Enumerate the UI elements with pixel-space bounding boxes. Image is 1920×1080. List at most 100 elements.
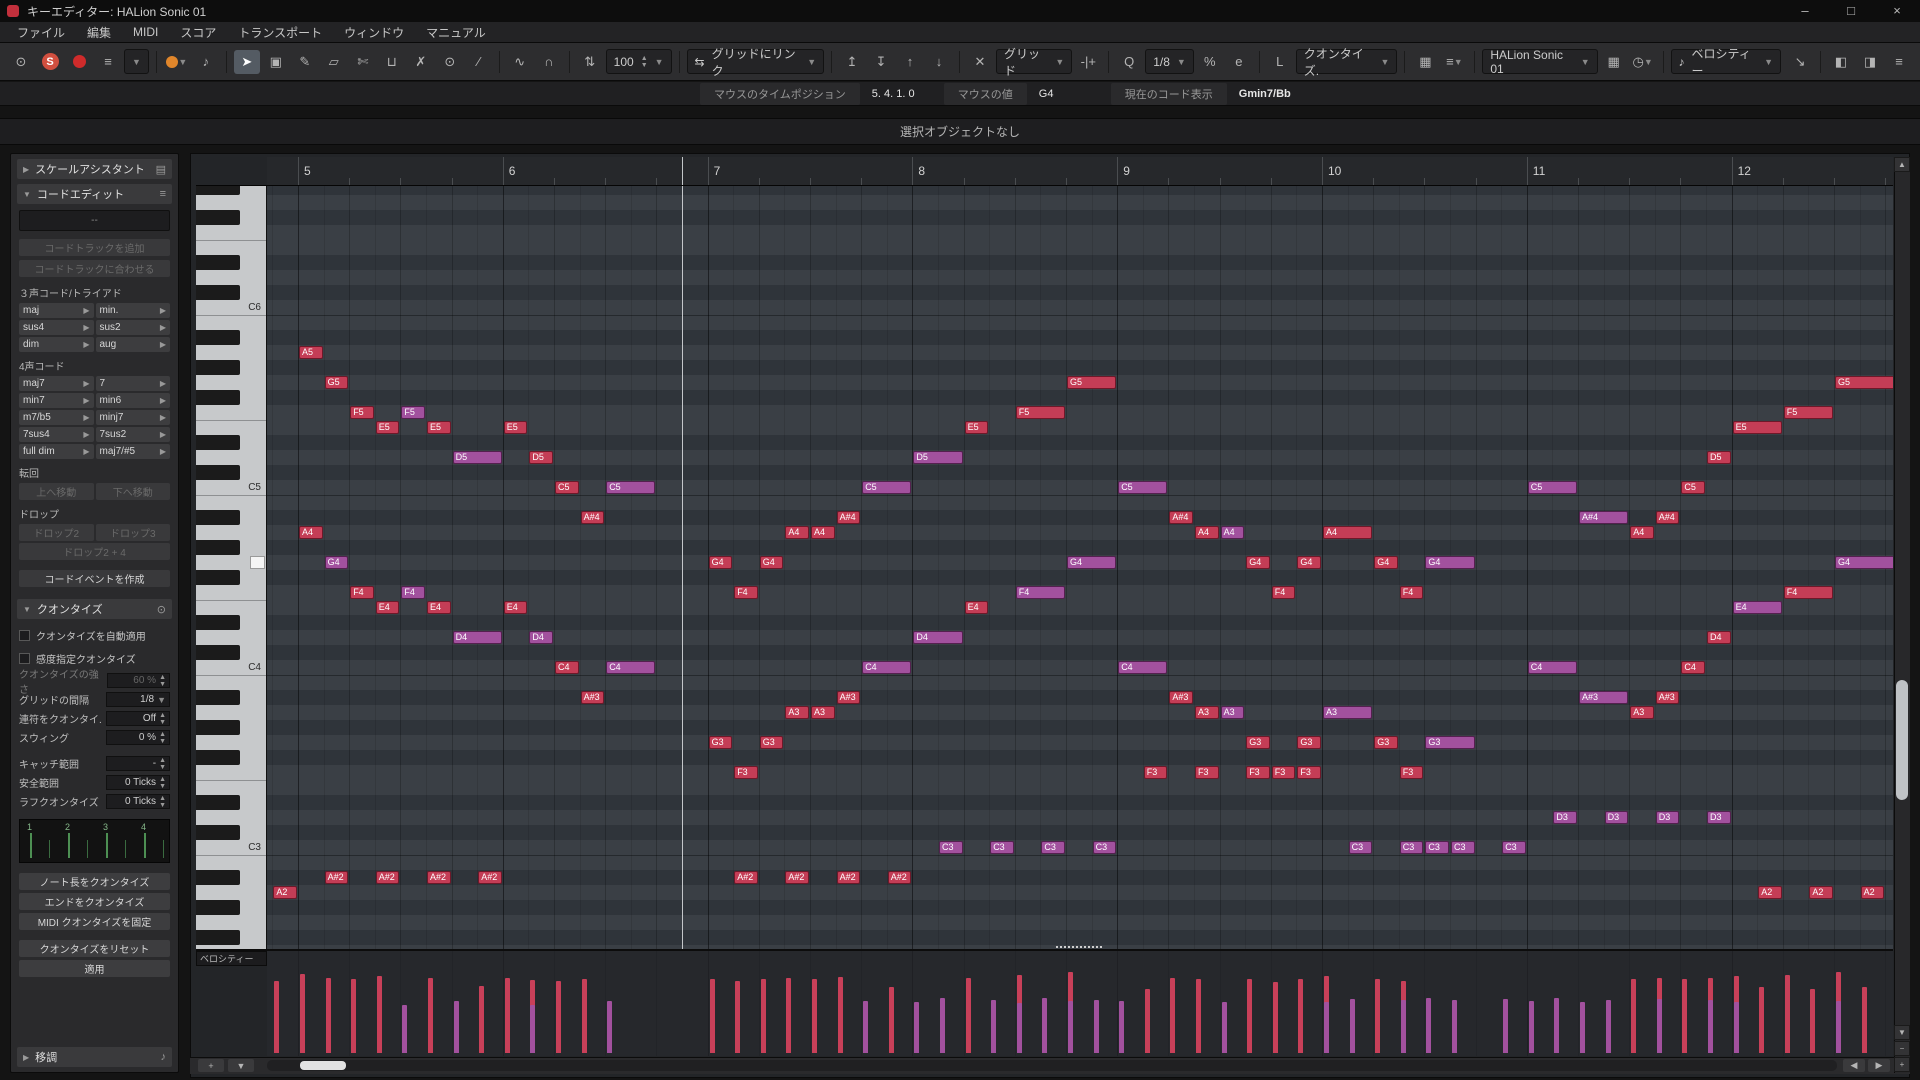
chevron-right-icon[interactable]: ▶ bbox=[160, 340, 166, 349]
trim-tool[interactable]: ✄ bbox=[350, 50, 376, 74]
velocity-bar[interactable] bbox=[1529, 1006, 1534, 1053]
velocity-bar[interactable] bbox=[607, 1006, 612, 1053]
velocity-bar[interactable] bbox=[1375, 985, 1380, 1053]
draw-tool[interactable]: ✎ bbox=[292, 50, 318, 74]
midi-note[interactable]: C5 bbox=[1681, 481, 1705, 494]
left-zone-toggle[interactable]: ◧ bbox=[1828, 50, 1854, 74]
midi-note[interactable]: C4 bbox=[1528, 661, 1577, 674]
scroll-right-button[interactable]: ▶ bbox=[1868, 1059, 1890, 1072]
velocity-bar[interactable] bbox=[300, 979, 305, 1053]
black-key[interactable] bbox=[196, 540, 240, 555]
velocity-bar[interactable] bbox=[863, 1007, 868, 1053]
match-chord-track-button[interactable]: コードトラックに合わせる bbox=[19, 260, 170, 277]
midi-note[interactable]: F3 bbox=[1246, 766, 1270, 779]
chevron-right-icon[interactable]: ▶ bbox=[160, 396, 166, 405]
velocity-bar[interactable] bbox=[1606, 1000, 1611, 1053]
midi-note[interactable]: A2 bbox=[1861, 886, 1885, 899]
chevron-right-icon[interactable]: ▶ bbox=[160, 413, 166, 422]
black-key[interactable] bbox=[196, 750, 240, 765]
erase-tool[interactable]: ▱ bbox=[321, 50, 347, 74]
quantize-row-value[interactable]: 1/8▼ bbox=[106, 692, 170, 707]
horizontal-scrollbar-thumb[interactable] bbox=[300, 1061, 346, 1070]
quantize-panel-icon[interactable]: e bbox=[1226, 50, 1252, 74]
menu-item-0[interactable]: ファイル bbox=[6, 24, 76, 41]
menu-item-1[interactable]: 編集 bbox=[76, 24, 122, 41]
velocity-bar[interactable] bbox=[556, 984, 561, 1053]
midi-note[interactable]: C5 bbox=[606, 481, 655, 494]
velocity-bar[interactable] bbox=[1862, 987, 1867, 1053]
range-select-tool[interactable]: ▣ bbox=[263, 50, 289, 74]
midi-note[interactable]: A#4 bbox=[581, 511, 605, 524]
midi-note[interactable]: G5 bbox=[1835, 376, 1893, 389]
midi-note[interactable]: F3 bbox=[1272, 766, 1296, 779]
black-key[interactable] bbox=[196, 570, 240, 585]
triad-sus2[interactable]: sus2▶ bbox=[96, 320, 171, 335]
record-in-editor-button[interactable] bbox=[66, 50, 92, 74]
midi-note[interactable]: F4 bbox=[1400, 586, 1424, 599]
black-key[interactable] bbox=[196, 255, 240, 270]
minimize-button[interactable]: – bbox=[1782, 0, 1828, 22]
tetrad-7sus2[interactable]: 7sus2▶ bbox=[96, 427, 171, 442]
midi-note[interactable]: E5 bbox=[965, 421, 989, 434]
zoom-in-vertical-button[interactable]: + bbox=[1894, 1057, 1910, 1072]
midi-note[interactable]: F4 bbox=[1016, 586, 1065, 599]
midi-note[interactable]: C4 bbox=[1118, 661, 1167, 674]
black-key[interactable] bbox=[196, 795, 240, 810]
chevron-right-icon[interactable]: ▶ bbox=[160, 379, 166, 388]
midi-note[interactable]: G4 bbox=[325, 556, 349, 569]
midi-note[interactable]: D5 bbox=[1707, 451, 1731, 464]
black-key[interactable] bbox=[196, 900, 240, 915]
midi-note[interactable]: D4 bbox=[913, 631, 962, 644]
midi-note[interactable]: G3 bbox=[709, 736, 733, 749]
midi-note[interactable]: F5 bbox=[401, 406, 425, 419]
midi-note[interactable]: C5 bbox=[1528, 481, 1577, 494]
velocity-bar[interactable] bbox=[1785, 980, 1790, 1053]
velocity-bar[interactable] bbox=[914, 1005, 919, 1053]
velocity-bar[interactable] bbox=[1708, 1000, 1713, 1053]
scroll-up-button[interactable]: ▲ bbox=[1894, 157, 1910, 172]
midi-note[interactable]: A#3 bbox=[581, 691, 605, 704]
tetrad-7sus4[interactable]: 7sus4▶ bbox=[19, 427, 94, 442]
midi-note[interactable]: G4 bbox=[1425, 556, 1474, 569]
black-key[interactable] bbox=[196, 930, 240, 945]
line-tool[interactable]: ∕ bbox=[466, 50, 492, 74]
scroll-left-button[interactable]: ◀ bbox=[1843, 1059, 1865, 1072]
midi-note[interactable]: A3 bbox=[1221, 706, 1245, 719]
velocity-bar[interactable] bbox=[1170, 983, 1175, 1053]
nudge-start-left-button[interactable]: ↥ bbox=[839, 50, 865, 74]
black-key[interactable] bbox=[196, 825, 240, 840]
quantize-action-button-2[interactable]: MIDI クオンタイズを固定 bbox=[19, 913, 170, 930]
quantize-row-value[interactable]: Off▲▼ bbox=[106, 711, 170, 726]
menu-item-6[interactable]: マニュアル bbox=[415, 24, 497, 41]
midi-note[interactable]: E4 bbox=[427, 601, 451, 614]
midi-note[interactable]: A3 bbox=[1630, 706, 1654, 719]
quantize-action-button-4[interactable]: 適用 bbox=[19, 960, 170, 977]
midi-note[interactable]: A5 bbox=[299, 346, 323, 359]
tempo-clock-icon[interactable]: ◷▼ bbox=[1630, 50, 1656, 74]
midi-note[interactable]: A#4 bbox=[1579, 511, 1628, 524]
velocity-bar[interactable] bbox=[1759, 987, 1764, 1053]
black-key[interactable] bbox=[196, 330, 240, 345]
midi-note[interactable]: G4 bbox=[1067, 556, 1116, 569]
grid-link-dropdown[interactable]: ⇆ グリッドにリンク ▼ bbox=[687, 49, 825, 74]
velocity-bar[interactable] bbox=[991, 1000, 996, 1053]
midi-note[interactable]: G4 bbox=[709, 556, 733, 569]
velocity-bar[interactable] bbox=[1042, 998, 1047, 1053]
velocity-bar[interactable] bbox=[1810, 989, 1815, 1053]
inversion-button-0[interactable]: 上へ移動 bbox=[19, 483, 94, 500]
velocity-bar[interactable] bbox=[1452, 1000, 1457, 1053]
black-key[interactable] bbox=[196, 390, 240, 405]
quantize-row-value[interactable]: 60 %▲▼ bbox=[107, 673, 170, 688]
velocity-bar[interactable] bbox=[838, 989, 843, 1053]
note-display-area[interactable]: A2A5A4G5G4A#2F5F4E5E4A#2F5F4E5E4A#2D5D4A… bbox=[267, 186, 1893, 950]
black-key[interactable] bbox=[196, 615, 240, 630]
velocity-bar[interactable] bbox=[1657, 999, 1662, 1053]
step-input-icon[interactable]: ≡ bbox=[95, 50, 121, 74]
black-key[interactable] bbox=[196, 645, 240, 660]
velocity-bar[interactable] bbox=[530, 1005, 535, 1053]
spinner-arrows-icon[interactable]: ▲▼ bbox=[159, 776, 166, 790]
velocity-bar[interactable] bbox=[786, 988, 791, 1053]
drop-button-1[interactable]: ドロップ3 bbox=[96, 524, 171, 541]
midi-note[interactable]: G4 bbox=[1246, 556, 1270, 569]
chevron-right-icon[interactable]: ▶ bbox=[83, 447, 89, 456]
